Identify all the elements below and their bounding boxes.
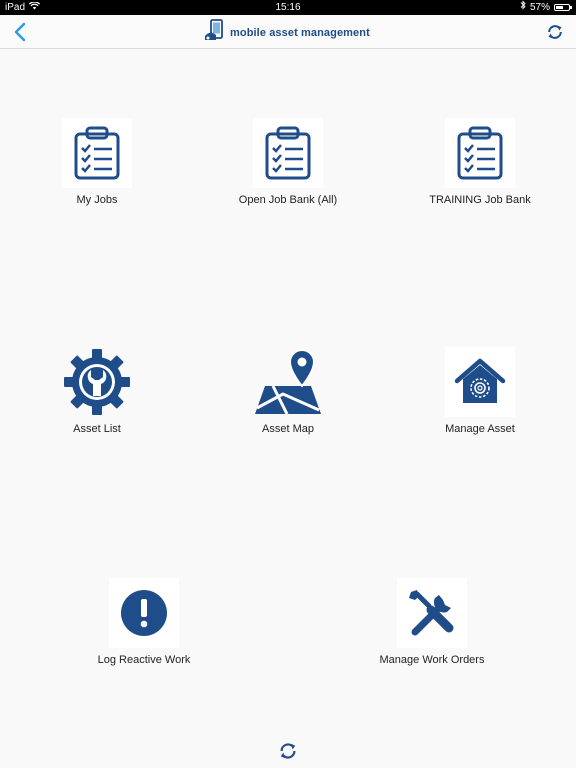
chevron-left-icon [14,22,26,42]
gear-wrench-icon [62,347,132,417]
status-right: 57% [520,0,572,15]
bottom-refresh-button[interactable] [278,741,298,761]
tile-label: TRAINING Job Bank [429,194,531,206]
tile-manage-asset[interactable]: Manage Asset [390,347,570,435]
status-time: 15:16 [275,2,301,13]
clipboard-checklist-icon [62,118,132,188]
tile-label: Manage Work Orders [379,654,485,666]
battery-percent: 57% [529,2,550,13]
tile-training-job-bank[interactable]: TRAINING Job Bank [390,118,570,206]
refresh-icon [280,743,296,759]
exclamation-circle-icon [109,578,179,648]
tile-label: Open Job Bank (All) [238,194,338,206]
clipboard-checklist-icon [253,118,323,188]
tools-icon [397,578,467,648]
tile-manage-work-orders[interactable]: Manage Work Orders [342,578,522,666]
status-bar: iPad 15:16 57% [0,0,576,15]
battery-fill [556,6,563,9]
refresh-icon [548,25,562,39]
bluetooth-icon [520,0,526,15]
tile-asset-map[interactable]: Asset Map [198,347,378,435]
tile-asset-list[interactable]: Asset List [7,347,187,435]
back-button[interactable] [10,22,32,42]
tile-label: Log Reactive Work [97,654,191,666]
app-title-text: mobile asset management [230,26,370,39]
tile-log-reactive-work[interactable]: Log Reactive Work [54,578,234,666]
tile-my-jobs[interactable]: My Jobs [7,118,187,206]
battery-icon [554,4,572,11]
app-screen: iPad 15:16 57% mobile asset management M… [0,0,576,768]
tile-label: Manage Asset [445,423,515,435]
logo-icon [204,19,226,46]
tile-label: Asset Map [262,423,314,435]
app-title: mobile asset management [204,19,370,46]
battery-tip [570,6,572,9]
nav-bar: mobile asset management [0,15,576,49]
refresh-button[interactable] [546,23,564,41]
tile-label: Asset List [73,423,121,435]
tile-label: My Jobs [76,194,118,206]
tile-open-job-bank[interactable]: Open Job Bank (All) [198,118,378,206]
house-gear-icon [445,347,515,417]
clipboard-checklist-icon [445,118,515,188]
map-pin-icon [253,347,323,417]
